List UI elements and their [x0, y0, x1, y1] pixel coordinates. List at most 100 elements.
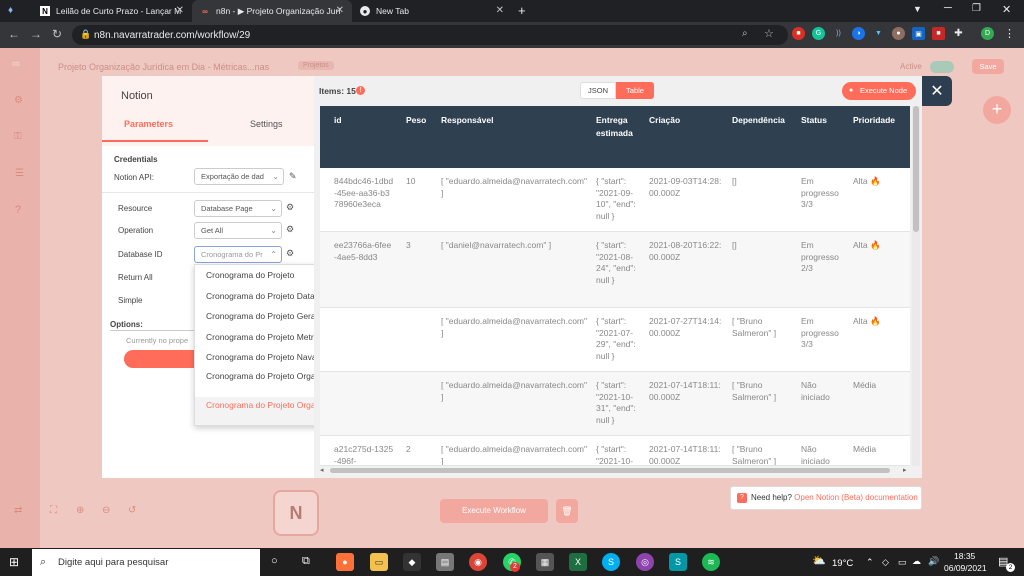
skype-icon[interactable]: S [602, 553, 620, 571]
task-view-icon[interactable]: ⧉ [302, 555, 310, 568]
zoom-in-icon[interactable]: ⊕ [76, 505, 84, 516]
horizontal-scrollbar-thumb[interactable] [330, 468, 890, 473]
tab-parameters[interactable]: Parameters [124, 119, 173, 129]
key-icon[interactable]: ⚿ [14, 131, 22, 142]
workflow-tag[interactable]: Projetos [298, 61, 334, 70]
app-icon-purple[interactable]: ◎ [636, 553, 654, 571]
active-tab-underline [102, 140, 208, 142]
notion-api-select[interactable]: Exportação de dad ⌄ [194, 168, 284, 185]
browser-tab-1[interactable]: N Leilão de Curto Prazo - Lançar M ✕ [32, 0, 192, 22]
database-id-gear-icon[interactable]: ⚙ [286, 248, 294, 259]
weather-temperature[interactable]: 19°C [832, 558, 853, 569]
zoom-out-icon[interactable]: ⊖ [102, 505, 110, 516]
add-option-button[interactable] [124, 350, 204, 368]
clock-time[interactable]: 18:35 [954, 551, 975, 561]
app-icon-gray[interactable]: ▤ [436, 553, 454, 571]
spotify-icon[interactable]: ≋ [702, 553, 720, 571]
scroll-right-icon[interactable]: ▸ [903, 466, 907, 474]
cell-dependencia: [ "Bruno Salmeron" ] [732, 380, 777, 402]
extension-blue-icon[interactable]: ◑ [852, 27, 865, 40]
back-icon[interactable]: ← [8, 27, 20, 41]
execute-workflow-button[interactable]: Execute Workflow [440, 499, 548, 523]
operation-select[interactable]: Get All ⌄ [194, 222, 282, 239]
resource-gear-icon[interactable]: ⚙ [286, 202, 294, 213]
cell-responsavel: [ "eduardo.almeida@navarratech.com" ] [441, 176, 588, 198]
tab-close-icon[interactable]: ✕ [176, 5, 184, 16]
address-bar[interactable]: 🔒 n8n.navarratrader.com/workflow/29 ⌕ ☆ [72, 25, 788, 45]
minimize-icon[interactable]: ─ [944, 2, 952, 14]
delete-icon[interactable]: 🗑 [556, 499, 578, 523]
grammarly-icon[interactable]: G [812, 27, 825, 40]
bookmark-star-icon[interactable]: ☆ [764, 27, 774, 40]
weather-icon[interactable]: ⛅ [812, 554, 826, 567]
clock-date[interactable]: 06/09/2021 [944, 563, 987, 573]
executions-icon[interactable]: ☰ [15, 168, 24, 179]
tab-close-icon[interactable]: ✕ [336, 5, 344, 16]
database-id-input[interactable]: Cronograma do Pr ⌃ [194, 246, 282, 263]
calculator-icon[interactable]: ▦ [536, 553, 554, 571]
extension-cookie-icon[interactable]: ● [892, 27, 905, 40]
horizontal-scrollbar[interactable]: ◂ ▸ [320, 466, 912, 475]
tab-settings[interactable]: Settings [250, 119, 283, 129]
workflow-icon[interactable]: ⚙ [14, 95, 23, 106]
profile-avatar[interactable]: D [981, 27, 994, 40]
add-node-button[interactable]: + [983, 96, 1011, 124]
tray-app-icon[interactable]: ◇ [882, 557, 889, 568]
edit-pencil-icon[interactable]: ✎ [289, 171, 297, 182]
app-icon-dark[interactable]: ◆ [403, 553, 421, 571]
cortana-icon[interactable]: ○ [271, 555, 278, 567]
extension-shield-icon[interactable]: ▣ [912, 27, 925, 40]
browser-menu-icon[interactable]: ⋮ [1004, 27, 1015, 40]
cell-status: Em progresso 3/3 [801, 176, 839, 209]
chrome-taskbar-icon[interactable]: ◉ [469, 553, 487, 571]
onedrive-icon[interactable]: ☁ [912, 556, 921, 567]
taskbar-search-input[interactable]: ⌕ Digite aqui para pesquisar [32, 549, 260, 576]
operation-gear-icon[interactable]: ⚙ [286, 224, 294, 235]
volume-icon[interactable]: 🔊 [928, 556, 939, 567]
tab-close-icon[interactable]: ✕ [496, 5, 504, 16]
active-toggle[interactable] [930, 61, 954, 73]
tray-chevron-icon[interactable]: ⌃ [866, 557, 874, 568]
extension-wave-icon[interactable]: )) [832, 27, 845, 40]
resource-select[interactable]: Database Page ⌄ [194, 200, 282, 217]
reset-zoom-icon[interactable]: ↺ [128, 505, 136, 516]
firefox-icon[interactable]: ● [336, 553, 354, 571]
tab-search-icon[interactable]: ♦ [8, 5, 13, 16]
maximize-icon[interactable]: ❐ [972, 3, 981, 14]
extension-square-icon[interactable]: ■ [932, 27, 945, 40]
cell-id: 844bdc46-1dbd-45ee-aa36-b378960e3eca [334, 176, 394, 209]
reload-icon[interactable]: ↻ [52, 27, 62, 41]
close-window-icon[interactable]: ✕ [1002, 3, 1011, 16]
app-icon-teal[interactable]: S [669, 553, 687, 571]
extension-arrow-icon[interactable]: ▼ [872, 27, 885, 40]
cell-status: Não iniciado [801, 380, 830, 402]
windows-start-icon[interactable]: ⊞ [9, 555, 19, 569]
tray-app-icon-2[interactable]: ▭ [898, 557, 907, 568]
excel-icon[interactable]: X [569, 553, 587, 571]
tab-search-dropdown-icon[interactable]: ▼ [913, 4, 922, 14]
extensions-puzzle-icon[interactable]: ✚ [952, 27, 965, 40]
info-icon[interactable]: ! [356, 86, 365, 95]
file-explorer-icon[interactable]: ▭ [370, 553, 388, 571]
help-link[interactable]: Open Notion (Beta) documentation [794, 493, 918, 502]
extension-red-icon[interactable]: ■ [792, 27, 805, 40]
notion-node[interactable]: N [273, 490, 319, 536]
fullscreen-icon[interactable]: ⛶ [50, 505, 57, 516]
json-view-button[interactable]: JSON [580, 82, 616, 99]
execute-node-button[interactable]: ● Execute Node [842, 82, 916, 100]
close-modal-button[interactable]: ✕ [922, 76, 952, 106]
forward-icon[interactable]: → [30, 27, 42, 41]
help-icon[interactable]: ? [15, 204, 21, 216]
vertical-scrollbar-thumb[interactable] [913, 106, 919, 232]
zoom-icon[interactable]: ⌕ [742, 28, 748, 39]
table-view-button[interactable]: Table [616, 82, 654, 99]
sidebar-collapse-icon[interactable]: ⇄ [14, 505, 22, 516]
new-tab-icon[interactable]: + [518, 3, 526, 18]
vertical-scrollbar[interactable] [912, 106, 920, 466]
browser-tab-2[interactable]: ∞ n8n - ▶ Projeto Organização Jurí ✕ [192, 0, 352, 22]
workflow-title[interactable]: Projeto Organização Jurídica em Dia - Mé… [58, 62, 269, 72]
browser-tab-3[interactable]: ● New Tab ✕ [352, 0, 512, 22]
node-title[interactable]: Notion [121, 90, 153, 102]
save-button[interactable]: Save [972, 59, 1004, 74]
scroll-left-icon[interactable]: ◂ [320, 466, 324, 474]
